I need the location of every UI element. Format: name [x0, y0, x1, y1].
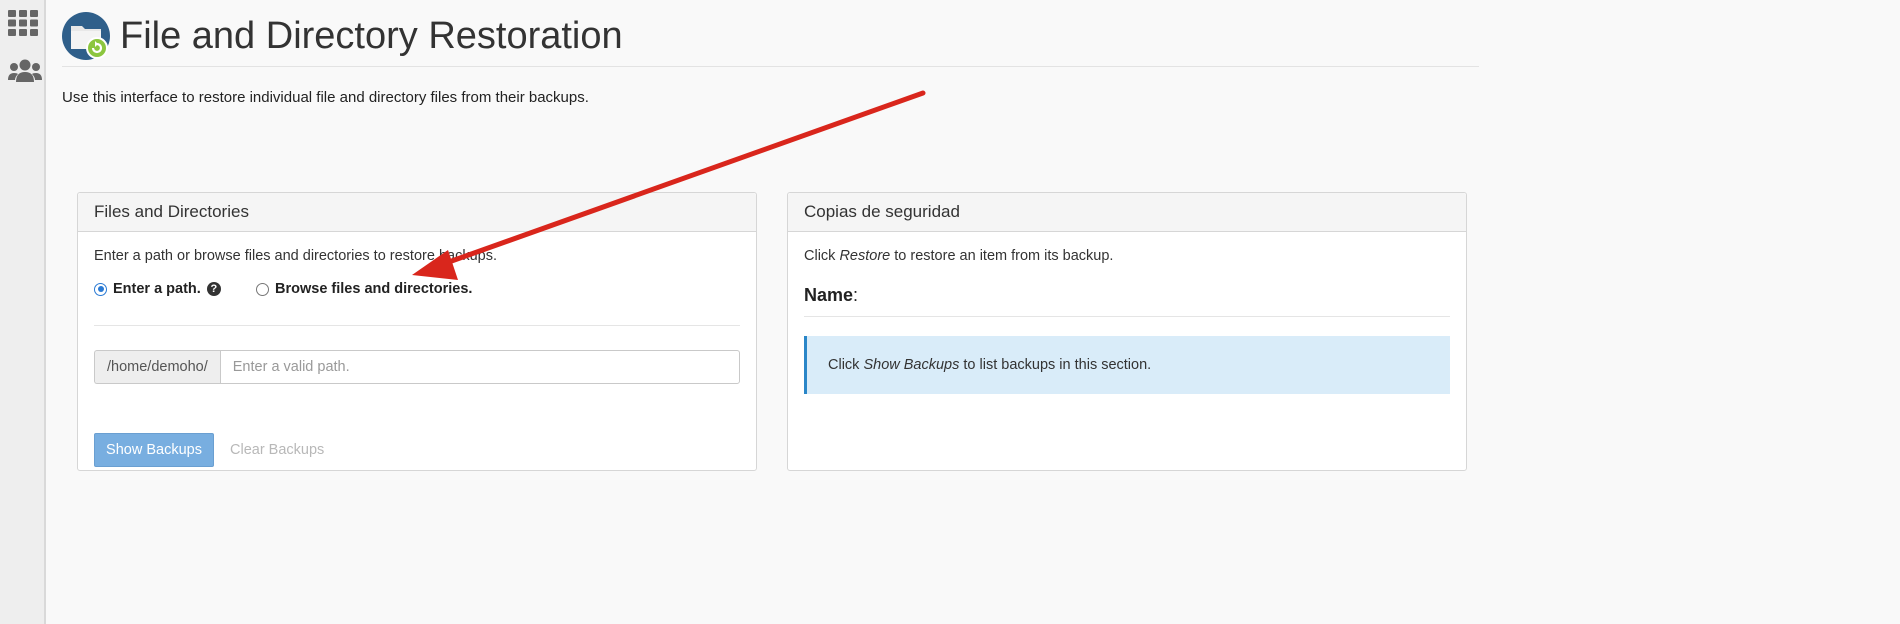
info-show-backups: Show Backups	[863, 357, 960, 373]
left-sidebar	[0, 0, 46, 624]
info-alert: Click Show Backups to list backups in th…	[804, 336, 1450, 394]
radio-enter-path[interactable]	[94, 282, 107, 296]
name-label-colon: :	[853, 285, 859, 305]
name-divider	[804, 316, 1450, 317]
path-input[interactable]	[219, 350, 740, 384]
backups-instr-restore: Restore	[839, 248, 891, 264]
files-and-directories-panel: Files and Directories Enter a path or br…	[77, 192, 757, 471]
info-prefix: Click	[828, 357, 864, 373]
folder-restore-icon	[62, 12, 110, 60]
page-header: File and Directory Restoration	[62, 12, 1479, 67]
path-input-group: /home/demoho/	[94, 350, 740, 384]
info-suffix: to list backups in this section.	[959, 357, 1152, 373]
show-backups-button[interactable]: Show Backups	[94, 433, 214, 467]
question-circle-icon[interactable]: ?	[206, 282, 221, 296]
path-prefix: /home/demoho/	[94, 350, 220, 384]
backups-instr-suffix: to restore an item from its backup.	[890, 248, 1114, 264]
name-label-text: Name	[804, 285, 854, 305]
page-description: Use this interface to restore individual…	[62, 89, 589, 106]
radio-enter-path-option[interactable]: Enter a path. ?	[94, 281, 221, 297]
backups-instr-prefix: Click	[804, 248, 840, 264]
backups-panel: Copias de seguridad Click Restore to res…	[787, 192, 1467, 471]
radio-browse-label: Browse files and directories.	[275, 281, 473, 297]
section-divider	[94, 325, 740, 326]
panel-heading-files: Files and Directories	[78, 193, 756, 232]
clear-backups-button[interactable]: Clear Backups	[230, 433, 324, 467]
panel-heading-backups: Copias de seguridad	[788, 193, 1466, 232]
apps-grid-icon[interactable]	[8, 10, 38, 41]
users-icon[interactable]	[8, 58, 42, 89]
radio-browse-option[interactable]: Browse files and directories.	[256, 281, 472, 297]
files-instructions: Enter a path or browse files and directo…	[94, 248, 497, 264]
backups-instructions: Click Restore to restore an item from it…	[804, 248, 1113, 264]
radio-enter-path-label: Enter a path.	[113, 281, 201, 297]
page-title: File and Directory Restoration	[120, 15, 623, 57]
name-column-label: Name:	[804, 285, 858, 306]
radio-browse[interactable]	[256, 282, 269, 296]
